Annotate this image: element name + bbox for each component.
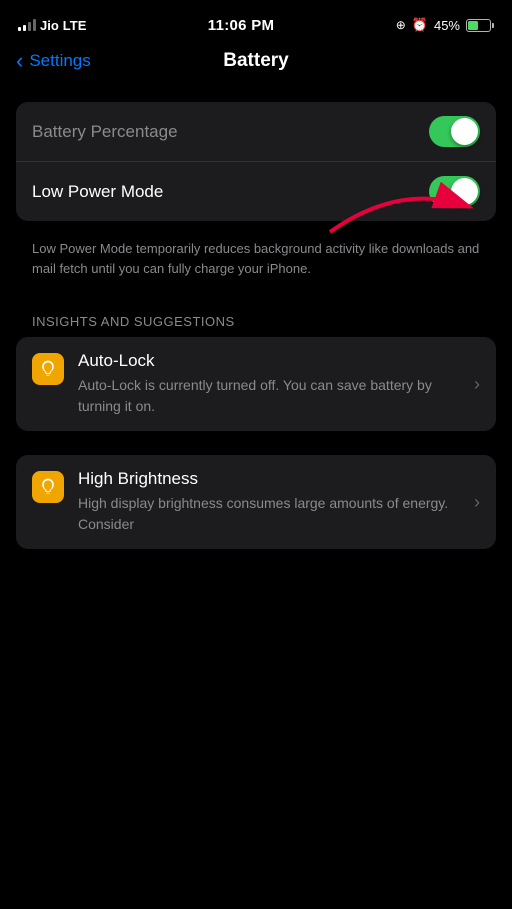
auto-lock-desc: Auto-Lock is currently turned off. You c… bbox=[78, 375, 452, 417]
alarm-icon: ⏰ bbox=[412, 17, 428, 33]
nav-bar: ‹ Settings Battery bbox=[0, 44, 512, 82]
high-brightness-chevron-icon: › bbox=[474, 492, 480, 513]
high-brightness-title: High Brightness bbox=[78, 469, 452, 489]
time-label: 11:06 PM bbox=[208, 17, 275, 34]
auto-lock-title: Auto-Lock bbox=[78, 351, 452, 371]
page-title: Battery bbox=[223, 50, 288, 72]
network-type-label: LTE bbox=[63, 18, 87, 33]
high-brightness-icon bbox=[32, 471, 64, 503]
low-power-mode-toggle[interactable] bbox=[429, 176, 480, 207]
low-power-mode-row: Low Power Mode bbox=[16, 162, 496, 221]
back-label: Settings bbox=[29, 51, 90, 71]
battery-percentage-row: Battery Percentage bbox=[16, 102, 496, 162]
low-power-mode-label: Low Power Mode bbox=[32, 182, 163, 202]
insights-group: Auto-Lock Auto-Lock is currently turned … bbox=[16, 337, 496, 431]
status-bar: Jio LTE 11:06 PM ⊕ ⏰ 45% bbox=[0, 0, 512, 44]
carrier-label: Jio bbox=[40, 18, 59, 33]
high-brightness-group: High Brightness High display brightness … bbox=[16, 455, 496, 549]
back-button[interactable]: ‹ Settings bbox=[16, 50, 91, 72]
location-icon: ⊕ bbox=[396, 18, 406, 32]
high-brightness-desc: High display brightness consumes large a… bbox=[78, 493, 452, 535]
toggle-knob bbox=[451, 118, 478, 145]
low-power-mode-description: Low Power Mode temporarily reduces backg… bbox=[16, 229, 496, 294]
battery-percentage-toggle[interactable] bbox=[429, 116, 480, 147]
back-chevron-icon: ‹ bbox=[16, 50, 23, 72]
status-left: Jio LTE bbox=[18, 18, 86, 33]
signal-icon bbox=[18, 19, 36, 31]
auto-lock-icon bbox=[32, 353, 64, 385]
toggle-knob-lpm bbox=[451, 178, 478, 205]
bulb-icon-brightness bbox=[38, 477, 58, 497]
status-right: ⊕ ⏰ 45% bbox=[396, 17, 494, 33]
auto-lock-chevron-icon: › bbox=[474, 374, 480, 395]
high-brightness-content: High Brightness High display brightness … bbox=[78, 469, 452, 535]
bulb-icon bbox=[38, 359, 58, 379]
battery-icon bbox=[466, 19, 494, 32]
high-brightness-row[interactable]: High Brightness High display brightness … bbox=[16, 455, 496, 549]
battery-percent-label: 45% bbox=[434, 18, 460, 33]
auto-lock-row[interactable]: Auto-Lock Auto-Lock is currently turned … bbox=[16, 337, 496, 431]
insights-section-header: INSIGHTS AND SUGGESTIONS bbox=[0, 294, 512, 337]
content: Battery Percentage Low Power Mode Low Po… bbox=[0, 102, 512, 549]
battery-settings-group: Battery Percentage Low Power Mode bbox=[16, 102, 496, 221]
auto-lock-content: Auto-Lock Auto-Lock is currently turned … bbox=[78, 351, 452, 417]
battery-percentage-label: Battery Percentage bbox=[32, 122, 178, 142]
